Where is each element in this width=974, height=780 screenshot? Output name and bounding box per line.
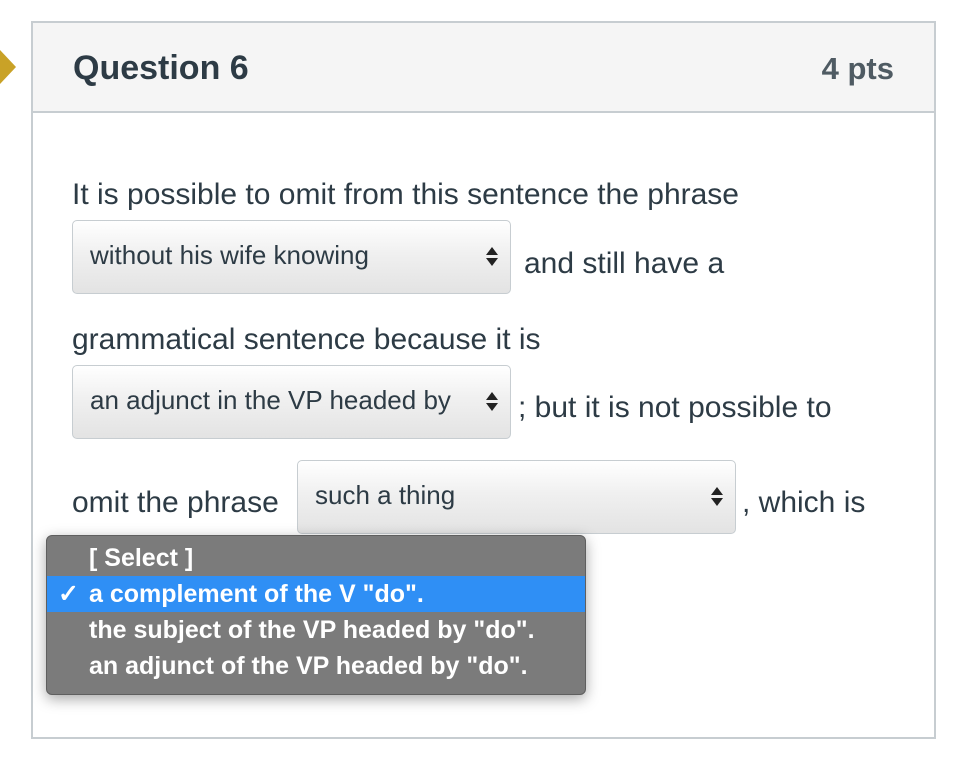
question-title: Question 6 (73, 49, 249, 87)
option-label: [ Select ] (89, 544, 194, 572)
select-arrows-icon (486, 247, 498, 269)
select-dropdown-menu: [ Select ] ✓ a complement of the V "do".… (46, 535, 586, 695)
select-arrows-icon (711, 487, 723, 509)
question-points: 4 pts (821, 51, 894, 86)
dropdown-option-complement[interactable]: ✓ a complement of the V "do". (47, 576, 585, 612)
option-label: an adjunct of the VP headed by "do". (89, 652, 528, 680)
answer-select-2-value: an adjunct in the VP headed by (90, 385, 451, 415)
question-text-line3: grammatical sentence because it is (72, 323, 541, 356)
select-arrows-icon (486, 392, 498, 414)
dropdown-option-subject[interactable]: the subject of the VP headed by "do". (47, 612, 585, 648)
question-header: Question 6 4 pts (33, 23, 934, 113)
answer-select-3-value: such a thing (315, 480, 456, 510)
option-label: the subject of the VP headed by "do". (89, 616, 535, 644)
question-text-after-select3: , which is (742, 486, 866, 519)
question-text-line1: It is possible to omit from this sentenc… (72, 178, 739, 211)
checkmark-icon: ✓ (58, 580, 79, 608)
option-label: a complement of the V "do". (89, 580, 424, 608)
dropdown-option-adjunct[interactable]: an adjunct of the VP headed by "do". (47, 648, 585, 684)
question-text-after-select2: ; but it is not possible to (518, 391, 832, 424)
question-text-after-select1: and still have a (524, 247, 725, 280)
dropdown-option-select[interactable]: [ Select ] (47, 540, 585, 576)
answer-select-1-value: without his wife knowing (90, 240, 369, 270)
current-question-marker-icon (0, 50, 16, 84)
answer-select-1[interactable]: without his wife knowing (72, 220, 511, 294)
question-text-before-select3: omit the phrase (72, 486, 279, 519)
answer-select-2[interactable]: an adjunct in the VP headed by (72, 365, 511, 439)
answer-select-3[interactable]: such a thing (297, 460, 736, 534)
